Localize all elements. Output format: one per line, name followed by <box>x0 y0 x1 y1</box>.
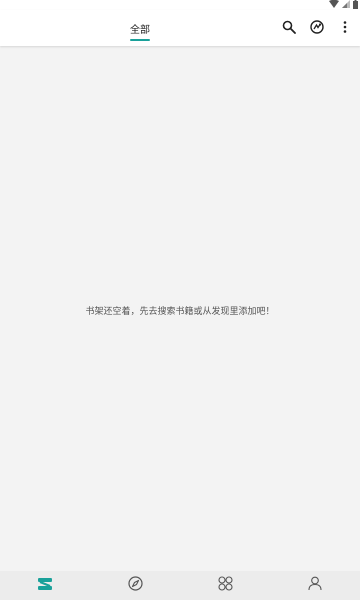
bottom-navigation <box>0 571 360 600</box>
person-icon <box>308 576 322 595</box>
more-options-button[interactable] <box>336 19 354 37</box>
signal-icon <box>342 0 350 8</box>
nav-sources[interactable] <box>180 571 270 600</box>
empty-bookshelf-message: 书架还空着，先去搜索书籍或从发现里添加吧！ <box>85 307 275 317</box>
wifi-icon <box>329 0 339 8</box>
nav-bookshelf[interactable] <box>0 571 90 600</box>
grid-apps-icon <box>217 576 233 595</box>
search-button[interactable] <box>280 19 298 37</box>
app-screen: 全部 书架还空着，先去搜索书籍或从发现里添加吧！ <box>0 0 360 600</box>
bookshelf-icon <box>37 576 53 595</box>
more-vertical-icon <box>343 19 347 38</box>
tab-all-label: 全部 <box>130 24 150 36</box>
bookshelf-content: 书架还空着，先去搜索书籍或从发现里添加吧！ <box>0 46 360 571</box>
search-icon <box>282 19 296 38</box>
battery-icon <box>353 0 358 9</box>
header-actions <box>280 10 354 46</box>
status-icons <box>329 0 358 10</box>
nav-profile[interactable] <box>270 571 360 600</box>
nav-discover[interactable] <box>90 571 180 600</box>
sync-button[interactable] <box>308 19 326 37</box>
compass-icon <box>127 576 143 595</box>
tab-selected-indicator <box>130 39 150 41</box>
status-bar <box>0 0 360 10</box>
sync-icon <box>310 19 324 38</box>
tab-all[interactable]: 全部 <box>124 10 156 46</box>
top-app-bar: 全部 <box>0 10 360 46</box>
